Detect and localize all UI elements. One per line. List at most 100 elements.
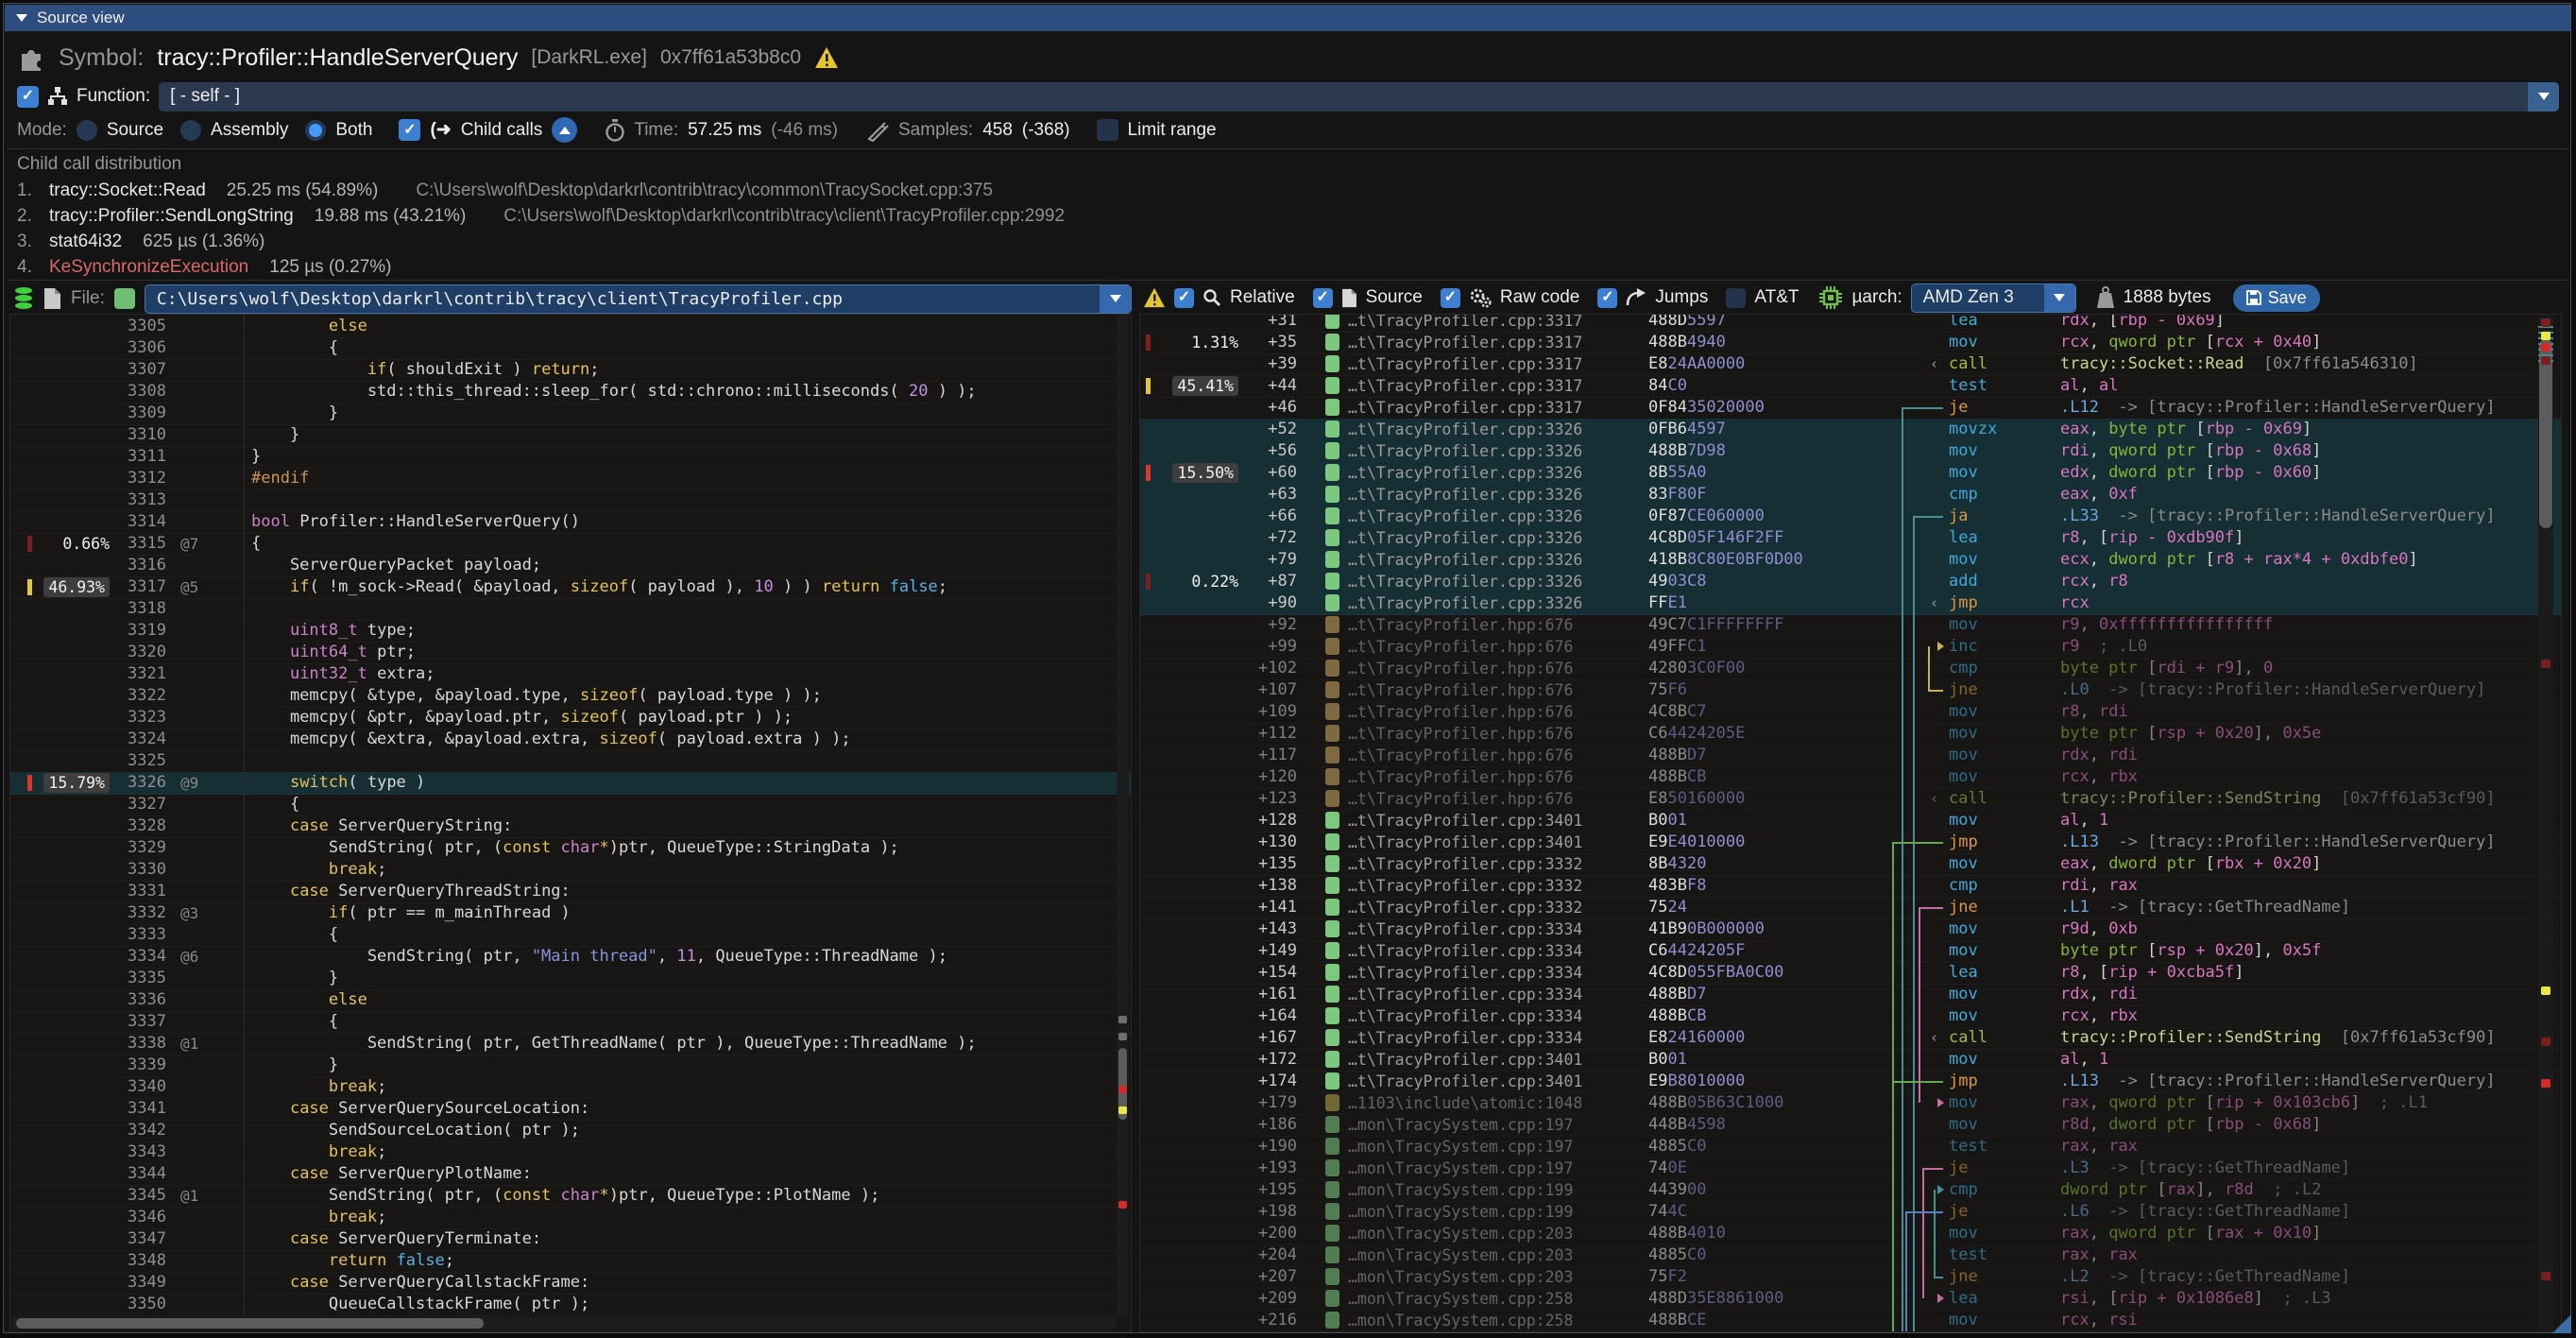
child-call-row[interactable]: 2.tracy::Profiler::SendLongString19.88 m…	[17, 204, 2559, 229]
asm-row[interactable]: +209…mon\TracySystem.cpp:258488D35E88610…	[1140, 1288, 2561, 1311]
source-line[interactable]: 3329 SendString( ptr, (const char*)ptr, …	[10, 837, 1131, 860]
asm-row[interactable]: +164…t\TracyProfiler.cpp:3334488BCBmovrc…	[1140, 1005, 2561, 1028]
resize-grip[interactable]	[2552, 1314, 2571, 1333]
save-button[interactable]: Save	[2233, 284, 2320, 312]
source-checkbox[interactable]: ✓	[1313, 288, 1333, 308]
child-calls-checkbox[interactable]: ✓	[399, 119, 420, 141]
source-line[interactable]: 3307 if( shouldExit ) return;	[10, 359, 1131, 382]
limit-range-checkbox[interactable]	[1097, 119, 1118, 141]
att-checkbox[interactable]	[1726, 288, 1746, 308]
function-combo-arrow[interactable]	[2528, 82, 2559, 112]
source-pane[interactable]: 3305 else3306 {3307 if( shouldExit ) ret…	[9, 314, 1132, 1332]
asm-row[interactable]: +172…t\TracyProfiler.cpp:3401B001moval, …	[1140, 1049, 2561, 1072]
asm-row[interactable]: +52…t\TracyProfiler.cpp:33260FB64597movz…	[1140, 419, 2561, 441]
source-line[interactable]: 3331 case ServerQueryThreadString:	[10, 881, 1131, 903]
source-line[interactable]: 3349 case ServerQueryCallstackFrame:	[10, 1272, 1131, 1295]
raw-code-checkbox[interactable]: ✓	[1441, 288, 1460, 308]
asm-row[interactable]: +123…t\TracyProfiler.hpp:676E850160000‹c…	[1140, 788, 2561, 811]
asm-row[interactable]: 45.41%+44…t\TracyProfiler.cpp:331784C0te…	[1140, 375, 2561, 398]
source-line[interactable]: 3323 memcpy( &ptr, &payload.ptr, sizeof(…	[10, 707, 1131, 729]
asm-row[interactable]: +149…t\TracyProfiler.cpp:3334C64424205Fm…	[1140, 940, 2561, 963]
asm-row[interactable]: +102…t\TracyProfiler.hpp:67642803C0F00cm…	[1140, 658, 2561, 680]
asm-row[interactable]: +204…mon\TracySystem.cpp:2034885C0testra…	[1140, 1244, 2561, 1267]
asm-row[interactable]: 1.31%+35…t\TracyProfiler.cpp:3317488B494…	[1140, 332, 2561, 354]
asm-row[interactable]: +39…t\TracyProfiler.cpp:3317E824AA0000‹c…	[1140, 353, 2561, 376]
source-line[interactable]: 3318	[10, 598, 1131, 621]
collapse-triangle-icon[interactable]	[16, 14, 27, 22]
source-line[interactable]: 3328 case ServerQueryString:	[10, 815, 1131, 838]
vertical-scrollbar[interactable]	[1117, 315, 1129, 1316]
source-line[interactable]: 3314bool Profiler::HandleServerQuery()	[10, 511, 1131, 534]
asm-row[interactable]: +79…t\TracyProfiler.cpp:3326418B8C80E0BF…	[1140, 549, 2561, 572]
asm-row[interactable]: +193…mon\TracySystem.cpp:197740Eje.L3 ->…	[1140, 1158, 2561, 1180]
asm-row[interactable]: +72…t\TracyProfiler.cpp:33264C8D05F146F2…	[1140, 527, 2561, 550]
asm-row[interactable]: +174…t\TracyProfiler.cpp:3401E9B8010000j…	[1140, 1071, 2561, 1093]
asm-row[interactable]: +198…mon\TracySystem.cpp:199744Cje.L6 ->…	[1140, 1201, 2561, 1224]
asm-row[interactable]: +143…t\TracyProfiler.cpp:333441B90B00000…	[1140, 918, 2561, 941]
source-line[interactable]: 3313	[10, 489, 1131, 512]
source-line[interactable]: 0.66%3315@7{	[10, 533, 1131, 556]
jumps-checkbox[interactable]: ✓	[1597, 288, 1617, 308]
source-line[interactable]: 3321 uint32_t extra;	[10, 663, 1131, 686]
source-line[interactable]: 3346 break;	[10, 1207, 1131, 1229]
source-line[interactable]: 3347 case ServerQueryTerminate:	[10, 1228, 1131, 1251]
asm-row[interactable]: +186…mon\TracySystem.cpp:197448B4598movr…	[1140, 1114, 2561, 1137]
asm-row[interactable]: +31…t\TracyProfiler.cpp:3317488D5597lear…	[1140, 314, 2561, 333]
radio-assembly[interactable]	[180, 120, 201, 141]
source-line[interactable]: 3335 }	[10, 968, 1131, 990]
asm-row[interactable]: +179…1103\include\atomic:1048488B05B63C1…	[1140, 1092, 2561, 1115]
source-line[interactable]: 3309 }	[10, 403, 1131, 425]
window-titlebar[interactable]: Source view	[5, 5, 2571, 31]
source-line[interactable]: 3327 {	[10, 794, 1131, 816]
asm-row[interactable]: +200…mon\TracySystem.cpp:203488B4010movr…	[1140, 1223, 2561, 1245]
asm-row[interactable]: +167…t\TracyProfiler.cpp:3334E824160000‹…	[1140, 1027, 2561, 1050]
file-combo-arrow[interactable]	[1100, 285, 1131, 313]
asm-row[interactable]: +141…t\TracyProfiler.cpp:33327524jne.L1 …	[1140, 897, 2561, 919]
source-line[interactable]: 3325	[10, 750, 1131, 773]
source-line[interactable]: 3332@3 if( ptr == m_mainThread )	[10, 902, 1131, 925]
asm-row[interactable]: +207…mon\TracySystem.cpp:20375F2jne.L2 -…	[1140, 1266, 2561, 1289]
asm-row[interactable]: +161…t\TracyProfiler.cpp:3334488BD7movrd…	[1140, 984, 2561, 1006]
asm-row[interactable]: +99…t\TracyProfiler.hpp:67649FFC1incr9 ;…	[1140, 636, 2561, 659]
source-line[interactable]: 3330 break;	[10, 859, 1131, 882]
asm-row[interactable]: +138…t\TracyProfiler.cpp:3332483BF8cmprd…	[1140, 875, 2561, 898]
asm-row[interactable]: +117…t\TracyProfiler.hpp:676488BD7movrdx…	[1140, 745, 2561, 767]
source-line[interactable]: 3316 ServerQueryPacket payload;	[10, 555, 1131, 577]
asm-row[interactable]: +63…t\TracyProfiler.cpp:332683F80Fcmpeax…	[1140, 484, 2561, 506]
asm-row[interactable]: +90…t\TracyProfiler.cpp:3326FFE1‹jmprcx	[1140, 592, 2561, 615]
asm-row[interactable]: +135…t\TracyProfiler.cpp:33328B4320movea…	[1140, 853, 2561, 876]
source-line[interactable]: 3338@1 SendString( ptr, GetThreadName( p…	[10, 1033, 1131, 1055]
source-line[interactable]: 3308 std::this_thread::sleep_for( std::c…	[10, 381, 1131, 403]
source-line[interactable]: 3306 {	[10, 337, 1131, 360]
asm-row[interactable]: +195…mon\TracySystem.cpp:199443900cmpdwo…	[1140, 1179, 2561, 1202]
file-combo[interactable]: C:\Users\wolf\Desktop\darkrl\contrib\tra…	[145, 284, 1132, 314]
source-line[interactable]: 3305 else	[10, 316, 1131, 338]
source-line[interactable]: 3342 SendSourceLocation( ptr );	[10, 1120, 1131, 1142]
source-line[interactable]: 3343 break;	[10, 1141, 1131, 1164]
child-call-row[interactable]: 1.tracy::Socket::Read25.25 ms (54.89%)C:…	[17, 179, 2559, 203]
uarch-combo[interactable]: AMD Zen 3	[1911, 283, 2076, 313]
source-line[interactable]: 3345@1 SendString( ptr, (const char*)ptr…	[10, 1185, 1131, 1208]
asm-row[interactable]: 0.22%+87…t\TracyProfiler.cpp:33264903C8a…	[1140, 571, 2561, 593]
source-line[interactable]: 3340 break;	[10, 1076, 1131, 1099]
asm-row[interactable]: +66…t\TracyProfiler.cpp:33260F87CE060000…	[1140, 506, 2561, 528]
asm-row[interactable]: +46…t\TracyProfiler.cpp:33170F8435020000…	[1140, 397, 2561, 420]
asm-row[interactable]: +190…mon\TracySystem.cpp:1974885C0testra…	[1140, 1136, 2561, 1158]
source-line[interactable]: 3348 return false;	[10, 1250, 1131, 1273]
assembly-pane[interactable]: +31…t\TracyProfiler.cpp:3317488D5597lear…	[1139, 314, 2562, 1332]
source-line[interactable]: 3311}	[10, 446, 1131, 469]
asm-row[interactable]: +216…mon\TracySystem.cpp:258488BCEmovrcx…	[1140, 1310, 2561, 1332]
uarch-combo-arrow[interactable]	[2044, 284, 2075, 312]
asm-row[interactable]: +120…t\TracyProfiler.hpp:676488BCBmovrcx…	[1140, 766, 2561, 789]
child-call-row[interactable]: 3.stat64i32625 µs (1.36%)	[17, 230, 2559, 254]
radio-source[interactable]	[77, 120, 97, 141]
source-line[interactable]: 3339 }	[10, 1055, 1131, 1077]
vertical-scrollbar[interactable]	[2538, 317, 2553, 1329]
function-checkbox[interactable]: ✓	[17, 86, 39, 108]
source-line[interactable]: 3312#endif	[10, 468, 1131, 490]
asm-row[interactable]: +107…t\TracyProfiler.hpp:67675F6jne.L0 -…	[1140, 679, 2561, 702]
source-line[interactable]: 3341 case ServerQuerySourceLocation:	[10, 1098, 1131, 1121]
source-line[interactable]: 3337 {	[10, 1011, 1131, 1034]
source-line[interactable]: 3310 }	[10, 424, 1131, 447]
asm-row[interactable]: +128…t\TracyProfiler.cpp:3401B001moval, …	[1140, 810, 2561, 832]
